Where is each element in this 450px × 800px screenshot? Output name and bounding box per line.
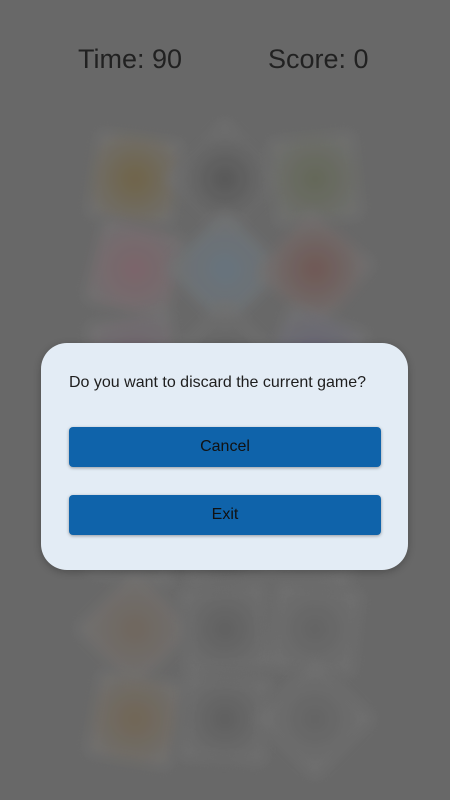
cancel-button[interactable]: Cancel [69,427,381,467]
discard-game-dialog: Do you want to discard the current game?… [41,343,408,570]
exit-button[interactable]: Exit [69,495,381,535]
dialog-message: Do you want to discard the current game? [69,374,367,391]
